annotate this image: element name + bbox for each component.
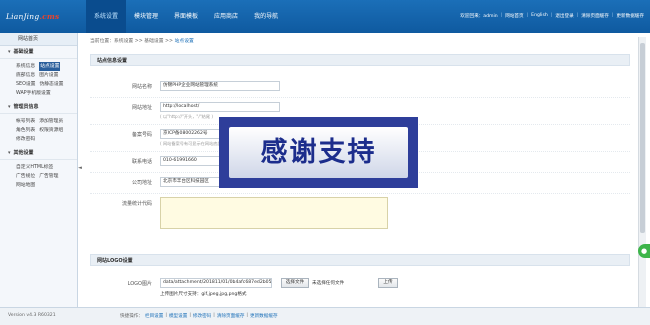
- sidebar-section-other[interactable]: ▾ 其他设置: [0, 147, 77, 160]
- row-logo: LOGO图片 data/attachment/201811/01/0b4afc6…: [90, 275, 630, 305]
- sidebar-item-role-list[interactable]: 角色列表: [16, 126, 35, 135]
- scroll-thumb[interactable]: [640, 43, 645, 233]
- no-file-text: 未选择任何文件: [312, 281, 345, 286]
- footer: Version v4.3 R60321 快捷操作： 栏目设置 | 模型设置 | 修改…: [0, 307, 650, 325]
- sidebar-home[interactable]: 网站首页: [0, 33, 77, 46]
- site-url-input[interactable]: http://localhost/: [160, 102, 280, 112]
- sidebar-item-seo[interactable]: SEO设置: [16, 80, 35, 89]
- welcome-text: 欢迎回来：admin: [460, 14, 498, 19]
- row-stats-code: 流量统计代码: [90, 197, 630, 235]
- overlay-text: 感谢支持: [229, 127, 408, 178]
- label-address: 公司地址: [131, 180, 152, 186]
- sidebar-collapse-icon[interactable]: ◄: [78, 165, 83, 175]
- content-scrollbar[interactable]: [638, 37, 646, 307]
- breadcrumb: 当前位置：系统设置 >> 基础设置 >> 站点设置: [90, 39, 194, 44]
- quick-actions-label: 快捷操作：: [120, 314, 143, 319]
- sidebar-section-admin[interactable]: ▾ 管理员信息: [0, 101, 77, 114]
- expand-arrow-icon: ▾: [8, 49, 11, 55]
- breadcrumb-current: 站点设置: [174, 39, 194, 44]
- label-site-name: 网站名称: [131, 84, 152, 90]
- site-url-hint: ( 以"http://"开头，"/"结尾 ): [160, 114, 213, 119]
- label-icp: 备案号码: [131, 132, 152, 138]
- quick-model-settings[interactable]: 模型设置: [169, 313, 187, 319]
- sidebar-section-basic[interactable]: ▾ 基础设置: [0, 46, 77, 59]
- link-english[interactable]: English: [531, 13, 548, 19]
- nav-interface-templates[interactable]: 界面模板: [166, 0, 206, 33]
- row-site-name: 网站名称 仿锦PHP企业网站管理系统: [90, 80, 630, 98]
- stats-code-textarea[interactable]: [160, 197, 388, 229]
- section-title-site-info: 站点信息设置: [90, 54, 630, 66]
- expand-arrow-icon: ▾: [8, 150, 11, 156]
- link-update-data-cache[interactable]: 更新数据缓存: [616, 13, 644, 19]
- site-name-input[interactable]: 仿锦PHP企业网站管理系统: [160, 81, 280, 91]
- sidebar-item-sitemap[interactable]: 网站地图: [16, 181, 35, 190]
- quick-update-data-cache[interactable]: 更新数据缓存: [250, 313, 278, 319]
- label-phone: 联系电话: [131, 159, 152, 165]
- section-title-logo: 网站LOGO设置: [90, 254, 630, 266]
- quick-clear-page-cache[interactable]: 清除页面缓存: [217, 313, 245, 319]
- logo-hint: 上传图片尺寸支持：gif,jpeg,jpg,png格式: [160, 292, 247, 297]
- top-header: LianJing.cms 系统设置 模块管理 界面模板 应用商店 我的导航 欢迎…: [0, 0, 650, 33]
- nav-app-store[interactable]: 应用商店: [206, 0, 246, 33]
- sidebar-item-footer-info[interactable]: 底部信息: [16, 71, 35, 80]
- expand-arrow-icon: ▾: [8, 104, 11, 110]
- choose-file-button[interactable]: 选择文件: [281, 278, 309, 288]
- link-clear-page-cache[interactable]: 清除页面缓存: [581, 13, 609, 19]
- quick-change-password[interactable]: 修改密码: [193, 313, 211, 319]
- sidebar-item-ad-slots[interactable]: 广告规位: [16, 172, 35, 181]
- icp-hint: ( 网站备案号有可显示在网站底部 ): [160, 141, 225, 146]
- quick-actions: 快捷操作： 栏目设置 | 模型设置 | 修改密码 | 清除页面缓存 | 更新数据缓存: [120, 313, 278, 319]
- thanks-overlay-image: 感谢支持: [219, 117, 418, 188]
- sidebar: 网站首页 ▾ 基础设置 系统信息 站点设置 底部信息 图片设置 SEO设置 伪静态设置 …: [0, 33, 78, 307]
- label-site-url: 网站地址: [131, 105, 152, 111]
- sidebar-item-permission-groups[interactable]: 权限资源组: [39, 126, 63, 135]
- version-text: Version v4.3 R60321: [8, 313, 56, 318]
- upload-button[interactable]: 上传: [378, 278, 398, 288]
- quick-column-settings[interactable]: 栏目设置: [145, 313, 163, 319]
- label-logo: LOGO图片: [127, 281, 152, 287]
- sidebar-item-image-settings[interactable]: 图片设置: [39, 71, 58, 80]
- breadcrumb-basic[interactable]: 基础设置: [144, 39, 163, 44]
- logo-path-input[interactable]: data/attachment/201811/01/0b4afc687ed2b0…: [160, 278, 272, 288]
- site-logo[interactable]: LianJing.cms: [6, 12, 59, 21]
- nav-module-management[interactable]: 模块管理: [126, 0, 166, 33]
- nav-my-navigation[interactable]: 我的导航: [246, 0, 286, 33]
- main-nav: 系统设置 模块管理 界面模板 应用商店 我的导航: [86, 0, 286, 33]
- sidebar-item-account-list[interactable]: 帐号列表: [16, 117, 35, 126]
- sidebar-item-system-info[interactable]: 系统信息: [16, 62, 35, 71]
- sidebar-item-add-admin[interactable]: 添加管理员: [39, 117, 63, 126]
- link-logout[interactable]: 退出登录: [555, 13, 573, 19]
- sidebar-item-custom-html[interactable]: 自定义HTML标签: [16, 163, 53, 172]
- label-stats-code: 流量统计代码: [121, 201, 152, 207]
- nav-system-settings[interactable]: 系统设置: [86, 0, 127, 33]
- floating-chat-icon[interactable]: ●: [638, 244, 650, 258]
- top-links: 欢迎回来：admin | 网站首页 | English | 退出登录 | 清除页面缓存 |…: [460, 13, 644, 19]
- sidebar-item-change-password[interactable]: 修改密码: [16, 135, 35, 144]
- sidebar-item-rewrite[interactable]: 伪静态设置: [39, 80, 63, 89]
- sidebar-item-ad-management[interactable]: 广告管理: [39, 172, 58, 181]
- link-site-home[interactable]: 网站首页: [505, 13, 523, 19]
- sidebar-item-wap[interactable]: WAP手机版设置: [16, 89, 51, 98]
- sidebar-item-site-settings[interactable]: 站点设置: [39, 62, 61, 71]
